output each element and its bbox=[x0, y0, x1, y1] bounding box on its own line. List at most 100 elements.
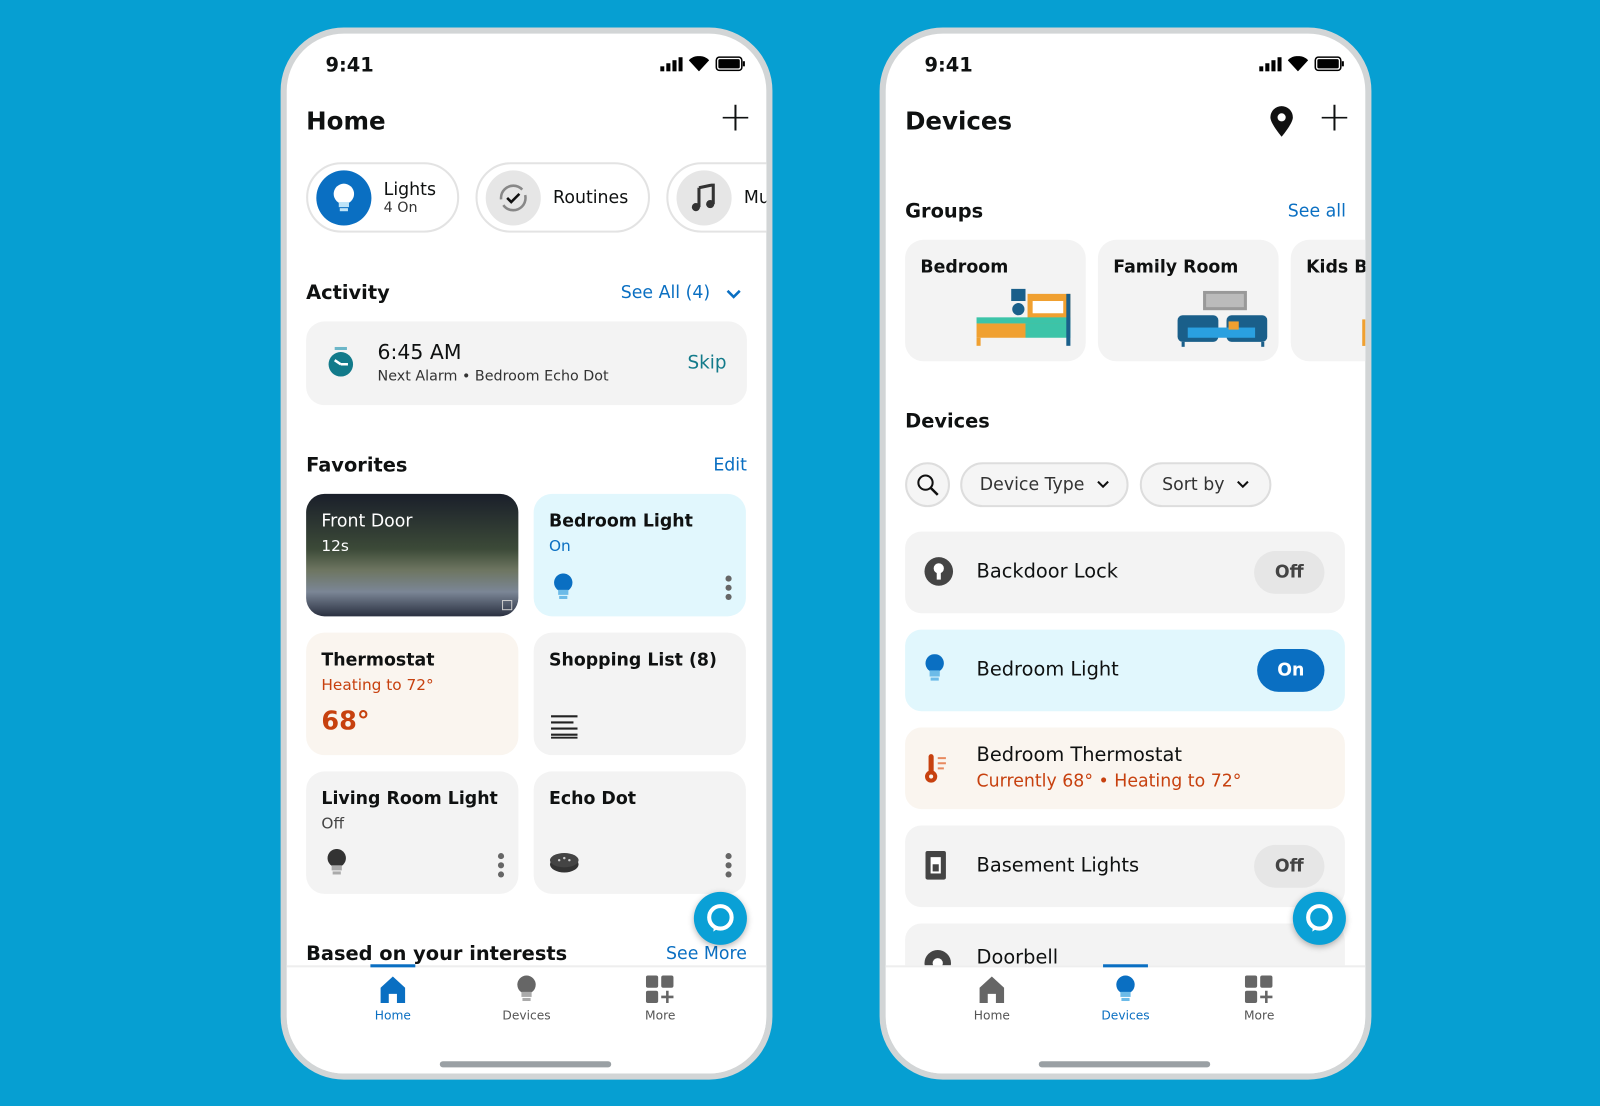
battery-icon bbox=[1314, 56, 1344, 72]
living-room-illustration bbox=[1177, 290, 1268, 347]
wifi-icon bbox=[688, 56, 710, 72]
more-options-icon[interactable] bbox=[725, 572, 732, 600]
groups-heading: Groups bbox=[905, 199, 984, 223]
status-icons bbox=[1259, 56, 1345, 72]
see-more-link[interactable]: See More bbox=[666, 944, 747, 964]
search-button[interactable] bbox=[905, 462, 950, 508]
nav-home[interactable]: Home bbox=[352, 976, 434, 1023]
fullscreen-icon[interactable] bbox=[502, 599, 513, 611]
location-pin-icon[interactable] bbox=[1268, 105, 1295, 138]
home-icon bbox=[979, 976, 1005, 1004]
more-grid-icon bbox=[1244, 975, 1273, 1004]
lightbulb-off-icon bbox=[327, 848, 346, 875]
list-icon bbox=[551, 715, 578, 739]
device-row-bedroom-light[interactable]: Bedroom Light On bbox=[905, 629, 1345, 712]
devices-heading: Devices bbox=[905, 410, 990, 433]
tile-bedroom-light[interactable]: Bedroom Light On bbox=[533, 493, 746, 617]
devices-phone: 9:41 Devices + Groups See all Bedroom Fa… bbox=[879, 27, 1372, 1080]
tile-sub: On bbox=[548, 536, 571, 556]
chevron-down-icon[interactable] bbox=[726, 289, 742, 299]
group-family-room[interactable]: Family Room bbox=[1097, 239, 1279, 362]
edit-favorites-link[interactable]: Edit bbox=[713, 455, 747, 475]
tile-echo-dot[interactable]: Echo Dot bbox=[533, 771, 746, 894]
nav-label: Home bbox=[973, 1008, 1010, 1023]
tile-title: Thermostat bbox=[321, 649, 435, 671]
device-name: Bedroom Light bbox=[976, 658, 1119, 681]
tile-title: Shopping List (8) bbox=[548, 649, 717, 671]
active-tab-indicator bbox=[370, 964, 416, 968]
chevron-down-icon bbox=[1097, 480, 1109, 489]
chip-routines[interactable]: Routines bbox=[475, 162, 650, 233]
light-switch-icon bbox=[925, 851, 946, 880]
music-note-icon bbox=[676, 169, 732, 225]
lock-icon bbox=[924, 557, 954, 586]
power-toggle[interactable]: Off bbox=[1254, 551, 1325, 594]
active-tab-indicator bbox=[1103, 964, 1148, 968]
status-time: 9:41 bbox=[325, 54, 374, 77]
kids-room-illustration bbox=[1362, 319, 1366, 346]
device-row-basement-lights[interactable]: Basement Lights Off bbox=[905, 825, 1345, 908]
add-button[interactable]: + bbox=[718, 97, 752, 138]
home-indicator bbox=[1038, 1061, 1211, 1068]
filter-label: Sort by bbox=[1162, 474, 1225, 495]
tile-sub: Heating to 72° bbox=[321, 675, 434, 694]
group-kids-bedroom[interactable]: Kids Be bbox=[1290, 239, 1368, 362]
nav-devices[interactable]: Devices bbox=[486, 975, 568, 1023]
chip-label: Routines bbox=[553, 187, 629, 208]
device-detail: Currently 68° • Heating to 72° bbox=[976, 771, 1242, 792]
tile-shopping-list[interactable]: Shopping List (8) bbox=[533, 632, 746, 756]
bottom-nav: Home Devices More bbox=[286, 964, 767, 1074]
group-name: Bedroom bbox=[920, 257, 1009, 278]
more-grid-icon bbox=[645, 975, 674, 1004]
chip-label: Lights bbox=[383, 179, 437, 200]
group-name: Kids Be bbox=[1306, 257, 1368, 278]
more-options-icon[interactable] bbox=[497, 850, 505, 878]
bed-illustration bbox=[976, 288, 1071, 346]
power-toggle[interactable]: On bbox=[1257, 648, 1325, 692]
alexa-icon bbox=[1306, 904, 1333, 932]
nav-devices[interactable]: Devices bbox=[1085, 975, 1167, 1022]
activity-heading: Activity bbox=[306, 281, 390, 305]
tile-front-door-camera[interactable]: Front Door 12s bbox=[306, 493, 519, 617]
skip-button[interactable]: Skip bbox=[687, 352, 726, 373]
interests-heading: Based on your interests bbox=[306, 942, 568, 966]
nav-label: Devices bbox=[502, 1008, 551, 1023]
device-row-bedroom-thermostat[interactable]: Bedroom Thermostat Currently 68° • Heati… bbox=[905, 727, 1345, 810]
page-title: Devices bbox=[905, 107, 1013, 136]
lightbulb-icon bbox=[1116, 975, 1135, 1002]
alarm-time: 6:45 AM bbox=[377, 339, 462, 365]
see-all-groups-link[interactable]: See all bbox=[1288, 201, 1346, 221]
tile-living-room-light[interactable]: Living Room Light Off bbox=[306, 771, 519, 894]
tile-title: Echo Dot bbox=[548, 788, 637, 810]
nav-more[interactable]: More bbox=[1218, 975, 1300, 1022]
alarm-card[interactable]: 6:45 AM Next Alarm • Bedroom Echo Dot Sk… bbox=[306, 321, 747, 406]
chip-music[interactable]: Mu bbox=[666, 162, 767, 233]
nav-label: Home bbox=[374, 1008, 411, 1023]
tile-title: Living Room Light bbox=[321, 788, 498, 810]
alarm-detail: Next Alarm • Bedroom Echo Dot bbox=[377, 368, 609, 385]
chevron-down-icon bbox=[1237, 480, 1249, 489]
favorites-heading: Favorites bbox=[306, 454, 408, 477]
sort-by-filter[interactable]: Sort by bbox=[1139, 462, 1272, 508]
device-row-backdoor-lock[interactable]: Backdoor Lock Off bbox=[905, 531, 1345, 614]
tile-sub: 12s bbox=[321, 536, 349, 556]
tile-title: Bedroom Light bbox=[548, 511, 693, 532]
tile-thermostat[interactable]: Thermostat Heating to 72° 68° bbox=[306, 632, 519, 756]
chip-lights[interactable]: Lights 4 On bbox=[306, 162, 460, 233]
alexa-button[interactable] bbox=[693, 891, 747, 945]
signal-icon bbox=[1259, 56, 1282, 71]
status-time: 9:41 bbox=[924, 54, 973, 77]
add-device-button[interactable]: + bbox=[1317, 97, 1351, 138]
alexa-button[interactable] bbox=[1292, 891, 1346, 945]
tile-sub: Off bbox=[321, 814, 345, 833]
group-name: Family Room bbox=[1113, 257, 1239, 278]
nav-home[interactable]: Home bbox=[951, 976, 1033, 1023]
group-bedroom[interactable]: Bedroom bbox=[905, 239, 1086, 362]
device-name: Basement Lights bbox=[976, 854, 1140, 877]
device-type-filter[interactable]: Device Type bbox=[960, 462, 1129, 508]
nav-more[interactable]: More bbox=[619, 975, 701, 1022]
more-options-icon[interactable] bbox=[725, 850, 732, 878]
wifi-icon bbox=[1287, 56, 1309, 72]
see-all-activity-link[interactable]: See All (4) bbox=[621, 283, 710, 303]
power-toggle[interactable]: Off bbox=[1254, 844, 1325, 888]
